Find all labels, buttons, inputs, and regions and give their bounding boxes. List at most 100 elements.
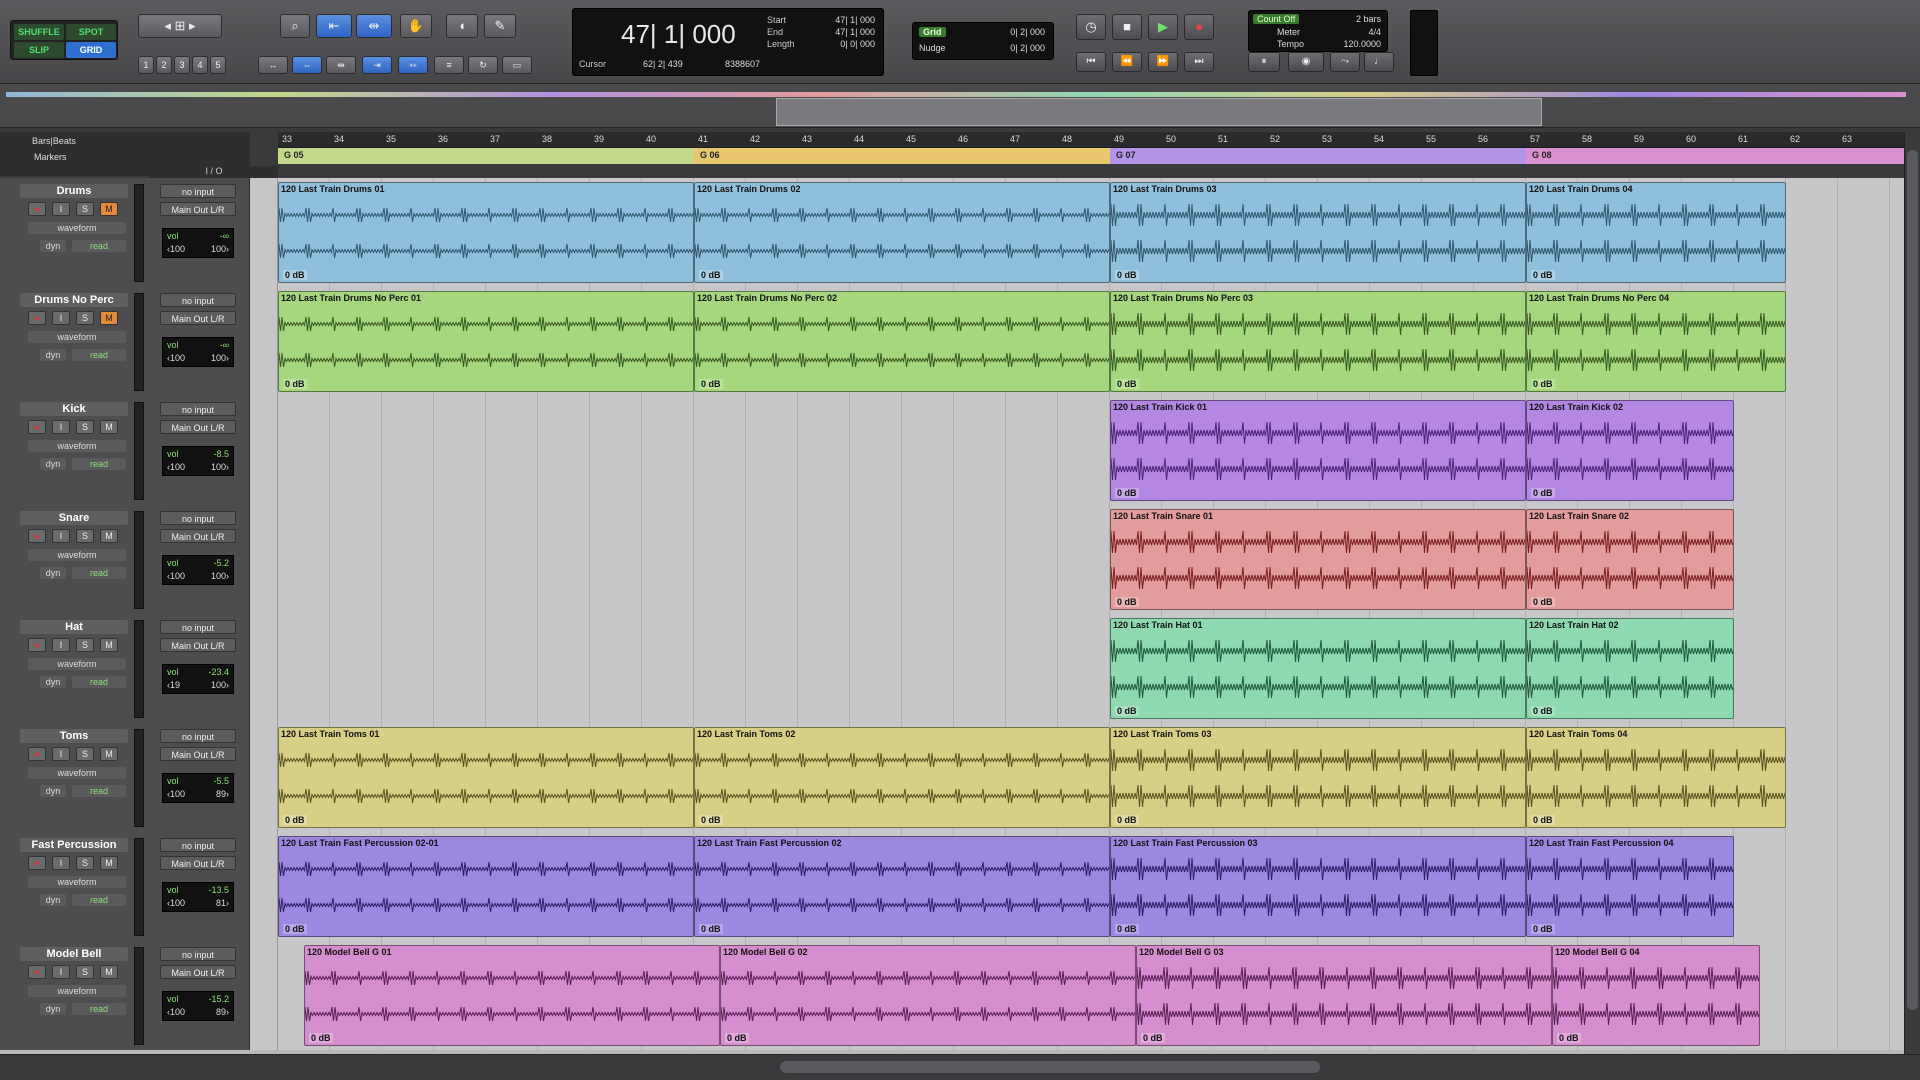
zoom-preset-2[interactable]: 2 [156,56,172,74]
automation-mode-selector[interactable]: read [72,785,126,797]
track-view-selector[interactable]: waveform [28,876,126,888]
dyn-button[interactable]: dyn [40,785,66,797]
bars-beats-ruler-label[interactable]: Bars|Beats [32,136,76,146]
track-lane[interactable]: 120 Last Train Toms 01 0 dB 120 Last Train… [278,723,1904,832]
clip-gain-label[interactable]: 0 dB [1115,597,1139,607]
count-off-value[interactable]: 2 bars [1356,14,1381,24]
output-selector[interactable]: Main Out L/R [160,965,236,979]
input-monitor-button[interactable]: I [52,420,70,434]
marker-region[interactable]: G 05 [278,148,694,164]
track-name[interactable]: Model Bell [20,947,128,961]
dyn-button[interactable]: dyn [40,894,66,906]
universe-overview[interactable] [0,84,1920,128]
audio-clip[interactable]: 120 Model Bell G 04 0 dB [1552,945,1760,1046]
output-selector[interactable]: Main Out L/R [160,529,236,543]
audio-clip[interactable]: 120 Last Train Kick 01 0 dB [1110,400,1526,501]
volume-pan-display[interactable]: vol -∞ ‹100 100› [162,337,234,367]
track-lane[interactable]: 120 Last Train Snare 01 0 dB 120 Last Trai… [278,505,1904,614]
input-selector[interactable]: no input [160,293,236,307]
clip-gain-label[interactable]: 0 dB [699,924,723,934]
track-lane[interactable]: 120 Last Train Kick 01 0 dB 120 Last Train… [278,396,1904,505]
start-value[interactable]: 47| 1| 000 [805,15,875,25]
clip-gain-label[interactable]: 0 dB [1531,815,1555,825]
zoom-preset-5[interactable]: 5 [210,56,226,74]
audio-clip[interactable]: 120 Last Train Snare 02 0 dB [1526,509,1734,610]
volume-pan-display[interactable]: vol -5.5 ‹100 89› [162,773,234,803]
track-name[interactable]: Hat [20,620,128,634]
clip-gain-label[interactable]: 0 dB [1115,379,1139,389]
mute-button[interactable]: M [100,965,118,979]
pan-left-value[interactable]: ‹100 [167,789,185,799]
clip-gain-label[interactable]: 0 dB [699,815,723,825]
audio-clip[interactable]: 120 Last Train Fast Percussion 02 0 dB [694,836,1110,937]
track-view-selector[interactable]: waveform [28,549,126,561]
track-lane[interactable]: 120 Last Train Fast Percussion 02-01 0 dB… [278,832,1904,941]
input-monitor-button[interactable]: I [52,529,70,543]
input-selector[interactable]: no input [160,511,236,525]
pan-right-value[interactable]: 100› [211,571,229,581]
audio-clip[interactable]: 120 Last Train Toms 01 0 dB [278,727,694,828]
vertical-scrollbar[interactable] [1904,132,1920,1054]
output-selector[interactable]: Main Out L/R [160,420,236,434]
track-name[interactable]: Snare [20,511,128,525]
insertion-follows-icon[interactable]: ⇥ [362,56,392,74]
audio-clip[interactable]: 120 Last Train Drums No Perc 02 0 dB [694,291,1110,392]
automation-mode-selector[interactable]: read [72,894,126,906]
track-view-selector[interactable]: waveform [28,222,126,234]
track-lane[interactable]: 120 Model Bell G 01 0 dB 120 Model Bell G … [278,941,1904,1050]
pan-right-value[interactable]: 89› [216,789,229,799]
selector-tool-icon[interactable]: ⇹ [356,14,392,38]
audio-clip[interactable]: 120 Last Train Snare 01 0 dB [1110,509,1526,610]
grabber-hand-icon[interactable]: ✋ [400,14,432,38]
record-enable-button[interactable]: ● [28,638,46,652]
audio-clip[interactable]: 120 Last Train Drums No Perc 01 0 dB [278,291,694,392]
audio-clip[interactable]: 120 Last Train Fast Percussion 02-01 0 dB [278,836,694,937]
dyn-button[interactable]: dyn [40,458,66,470]
universe-view-frame[interactable] [776,98,1542,126]
mute-button[interactable]: M [100,311,118,325]
clip-gain-label[interactable]: 0 dB [283,815,307,825]
slip-mode-button[interactable]: SLIP [14,42,64,58]
volume-value[interactable]: -5.5 [213,776,229,786]
midi-merge-icon[interactable]: ⏸ [1248,52,1280,72]
track-lane[interactable]: 120 Last Train Drums 01 0 dB 120 Last Trai… [278,178,1904,287]
end-value[interactable]: 47| 1| 000 [805,27,875,37]
solo-button[interactable]: S [76,747,94,761]
count-off-button[interactable]: Count Off [1253,14,1300,24]
input-selector[interactable]: no input [160,838,236,852]
zoom-preset-3[interactable]: 3 [174,56,190,74]
clip-gain-label[interactable]: 0 dB [1531,270,1555,280]
track-view-selector[interactable]: waveform [28,985,126,997]
mute-button[interactable]: M [100,529,118,543]
track-name[interactable]: Toms [20,729,128,743]
audio-clip[interactable]: 120 Last Train Drums 01 0 dB [278,182,694,283]
solo-button[interactable]: S [76,965,94,979]
dyn-button[interactable]: dyn [40,240,66,252]
clip-gain-label[interactable]: 0 dB [1557,1033,1581,1043]
audio-clip[interactable]: 120 Last Train Hat 01 0 dB [1110,618,1526,719]
play-button[interactable]: ▶ [1148,14,1178,40]
stop-button[interactable]: ■ [1112,14,1142,40]
zoom-preset-1[interactable]: 1 [138,56,154,74]
clip-gain-label[interactable]: 0 dB [1115,924,1139,934]
volume-value[interactable]: -8.5 [213,449,229,459]
audio-clip[interactable]: 120 Last Train Fast Percussion 03 0 dB [1110,836,1526,937]
horizontal-scrollbar[interactable] [0,1054,1920,1080]
conductor-icon[interactable]: ◉ [1288,52,1324,72]
pan-left-value[interactable]: ‹100 [167,571,185,581]
input-monitor-button[interactable]: I [52,311,70,325]
tempo-value[interactable]: 120.0000 [1343,39,1381,49]
clip-gain-label[interactable]: 0 dB [699,379,723,389]
pan-right-value[interactable]: 100› [211,462,229,472]
pan-left-value[interactable]: ‹100 [167,1007,185,1017]
input-monitor-button[interactable]: I [52,202,70,216]
automation-mode-selector[interactable]: read [72,349,126,361]
clip-gain-label[interactable]: 0 dB [1531,597,1555,607]
volume-value[interactable]: -5.2 [213,558,229,568]
output-selector[interactable]: Main Out L/R [160,311,236,325]
audio-clip[interactable]: 120 Last Train Drums No Perc 04 0 dB [1526,291,1786,392]
track-lane[interactable]: 120 Last Train Hat 01 0 dB 120 Last Train … [278,614,1904,723]
zoom-preset-4[interactable]: 4 [192,56,208,74]
clip-gain-label[interactable]: 0 dB [1115,815,1139,825]
main-counter-value[interactable]: 47| 1| 000 [621,19,736,50]
